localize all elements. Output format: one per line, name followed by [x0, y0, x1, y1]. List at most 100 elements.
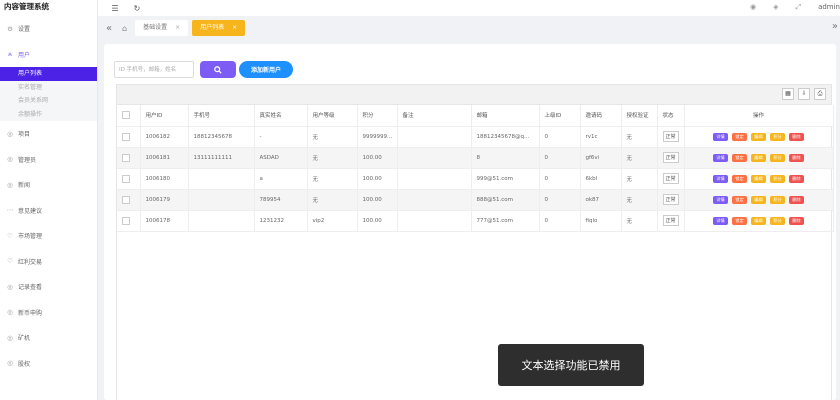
skin-icon[interactable]: ◈	[773, 3, 778, 11]
table-cell	[397, 189, 472, 211]
lock-button[interactable]: 锁定	[732, 153, 747, 162]
sidebar-item-miner[interactable]: ◎ 矿机	[0, 325, 97, 351]
sidebar-item-trade[interactable]: ♡ 红利交易	[0, 249, 97, 275]
checkbox-cell	[117, 210, 141, 232]
status-toggle-button[interactable]: 正常	[662, 131, 679, 142]
table-cell	[397, 126, 472, 148]
submenu-item[interactable]: 余额操作	[0, 108, 97, 122]
sidebar-item-user[interactable]: ጰ 用户	[0, 42, 97, 68]
edit-button[interactable]: 编辑	[751, 216, 766, 225]
sidebar-item-label: 意见建议	[18, 207, 43, 215]
detail-button[interactable]: 详情	[713, 195, 728, 204]
submenu-item[interactable]: 实名管理	[0, 81, 97, 95]
detail-button[interactable]: 详情	[713, 174, 728, 183]
points-button[interactable]: 积分	[770, 153, 785, 162]
delete-button[interactable]: 删除	[789, 216, 804, 225]
column-header: 操作	[684, 105, 834, 127]
table-cell: fiqlo	[580, 210, 622, 232]
column-header[interactable]: 邮箱	[471, 105, 540, 127]
sidebar-item-news[interactable]: ◎ 新闻	[0, 172, 97, 198]
status-toggle-button[interactable]: 正常	[662, 215, 679, 226]
row-checkbox[interactable]	[122, 216, 130, 225]
add-user-button[interactable]: 添加新用户	[239, 61, 294, 78]
column-header[interactable]: 用户等级	[307, 105, 358, 127]
submenu-item[interactable]: 用户列表	[0, 67, 97, 81]
refresh-icon[interactable]: ↻	[132, 4, 142, 13]
sidebar-item-coin[interactable]: ◎ 新币申购	[0, 300, 97, 326]
status-toggle-button[interactable]: 正常	[662, 173, 679, 184]
detail-button[interactable]: 详情	[713, 132, 728, 141]
row-checkbox[interactable]	[122, 174, 130, 183]
edit-button[interactable]: 编辑	[751, 195, 766, 204]
column-header[interactable]: 用户ID	[140, 105, 189, 127]
row-checkbox[interactable]	[122, 153, 130, 162]
table-row[interactable]: 1006182 18812345678- 无 9999999... 1881234567…	[117, 126, 834, 148]
status-toggle-button[interactable]: 正常	[662, 194, 679, 205]
detail-button[interactable]: 详情	[713, 216, 728, 225]
fullscreen-icon[interactable]: ⤢	[795, 3, 801, 12]
sidebar-item-gear[interactable]: ⚙ 设置	[0, 16, 97, 42]
search-input[interactable]	[114, 61, 194, 78]
points-button[interactable]: 积分	[770, 132, 785, 141]
delete-button[interactable]: 删除	[789, 174, 804, 183]
menu-toggle-icon[interactable]: ☰	[110, 4, 120, 13]
sidebar-item-project[interactable]: ◎ 项目	[0, 121, 97, 147]
tabs-scroll-right-icon[interactable]: »	[832, 21, 838, 32]
submenu-item[interactable]: 会员关系网	[0, 94, 97, 108]
sidebar-item-material[interactable]: ♡ 市场管理	[0, 223, 97, 249]
sidebar-item-feedback[interactable]: ⋯ 意见建议	[0, 198, 97, 224]
sidebar-item-record[interactable]: ◎ 记录查看	[0, 274, 97, 300]
edit-button[interactable]: 编辑	[751, 132, 766, 141]
table-row[interactable]: 1006181 13111111111 ASDAD 无 100.00 8 0 gf6vi 无正常…	[117, 147, 834, 169]
table-row[interactable]: 1006180 a 无 100.00 999@51.com 0 6kbl 无正常 详情 锁定 编辑积…	[117, 168, 834, 190]
columns-filter-icon[interactable]: ▦	[782, 88, 794, 100]
sidebar-item-stock[interactable]: ◎ 股权	[0, 351, 97, 377]
table-row[interactable]: 1006178 1231232 vip2 100.00 777@51.com 0 fiqlo…	[117, 210, 834, 232]
delete-button[interactable]: 删除	[789, 153, 804, 162]
points-button[interactable]: 积分	[770, 174, 785, 183]
tab-basic-settings[interactable]: 基础设置 ×	[135, 20, 189, 36]
column-header[interactable]: 邀请码	[580, 105, 622, 127]
table-cell: -	[254, 126, 308, 148]
column-header[interactable]: 手机号	[188, 105, 255, 127]
column-header[interactable]: 积分	[357, 105, 398, 127]
close-icon[interactable]: ×	[232, 20, 237, 36]
table-cell: 777@51.com	[471, 210, 540, 232]
print-icon[interactable]: ⎙	[814, 88, 826, 100]
column-header[interactable]: 状态	[657, 105, 685, 127]
column-header[interactable]: 备注	[397, 105, 472, 127]
points-button[interactable]: 积分	[770, 216, 785, 225]
sidebar-item-admin[interactable]: ◎ 管理员	[0, 147, 97, 173]
column-header[interactable]: 上级ID	[539, 105, 581, 127]
detail-button[interactable]: 详情	[713, 153, 728, 162]
delete-button[interactable]: 删除	[789, 195, 804, 204]
delete-button[interactable]: 删除	[789, 132, 804, 141]
status-toggle-button[interactable]: 正常	[662, 152, 679, 163]
lock-button[interactable]: 锁定	[732, 216, 747, 225]
search-button[interactable]	[200, 61, 236, 78]
edit-button[interactable]: 编辑	[751, 153, 766, 162]
export-icon[interactable]: ⇩	[798, 88, 810, 100]
table-body: 1006182 18812345678- 无 9999999... 1881234567…	[117, 126, 834, 232]
home-icon[interactable]: ⌂	[122, 24, 127, 33]
tabs-scroll-left-icon[interactable]: «	[98, 23, 120, 34]
row-checkbox[interactable]	[122, 132, 130, 141]
select-all-checkbox[interactable]	[122, 111, 130, 120]
row-checkbox[interactable]	[122, 195, 130, 204]
tab-user-list[interactable]: 用户列表 ×	[192, 20, 246, 36]
status-cell: 正常	[657, 126, 685, 148]
table-row[interactable]: 1006179 789954 无 100.00 888@51.com 0 ok87 无正常 详情…	[117, 189, 834, 211]
lock-button[interactable]: 锁定	[732, 195, 747, 204]
column-header[interactable]: 授权验证	[621, 105, 658, 127]
table-cell: 100.00	[357, 210, 398, 232]
edit-button[interactable]: 编辑	[751, 174, 766, 183]
close-icon[interactable]: ×	[175, 20, 180, 36]
username[interactable]: admin	[818, 3, 840, 11]
theme-icon[interactable]: ◉	[750, 3, 756, 11]
points-button[interactable]: 积分	[770, 195, 785, 204]
table-cell: 0	[539, 126, 581, 148]
lock-button[interactable]: 锁定	[732, 132, 747, 141]
lock-button[interactable]: 锁定	[732, 174, 747, 183]
status-cell: 正常	[657, 210, 685, 232]
column-header[interactable]: 真实姓名	[254, 105, 308, 127]
